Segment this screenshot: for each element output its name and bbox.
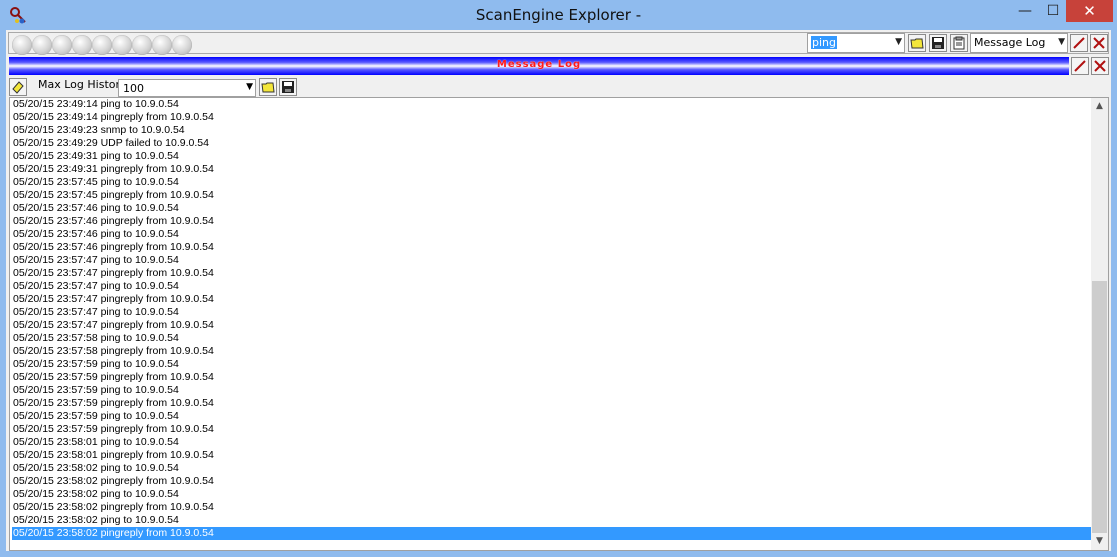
log-line[interactable]: 05/20/15 23:57:58 pingreply from 10.9.0.…: [12, 345, 1092, 358]
log-line[interactable]: 05/20/15 23:58:01 ping to 10.9.0.54: [12, 436, 1092, 449]
close-window-button[interactable]: ✕: [1066, 0, 1113, 22]
main-toolbar: ping ▼ Message Log ▼: [6, 30, 1111, 56]
log-line[interactable]: 05/20/15 23:57:47 ping to 10.9.0.54: [12, 280, 1092, 293]
log-line[interactable]: 05/20/15 23:58:01 pingreply from 10.9.0.…: [12, 449, 1092, 462]
log-line[interactable]: 05/20/15 23:57:47 pingreply from 10.9.0.…: [12, 267, 1092, 280]
pencil-edit-icon: [1074, 60, 1086, 72]
floppy-save-icon: [282, 81, 294, 93]
log-options-bar: Max Log History 100 ▼: [6, 76, 1111, 98]
log-line[interactable]: 05/20/15 23:57:59 ping to 10.9.0.54: [12, 358, 1092, 371]
status-lights: [12, 35, 192, 55]
log-edit-button[interactable]: [1071, 57, 1089, 75]
log-line[interactable]: 05/20/15 23:58:02 pingreply from 10.9.0.…: [12, 527, 1092, 540]
title-bar[interactable]: ScanEngine Explorer - — ☐ ✕: [0, 0, 1117, 30]
log-line[interactable]: 05/20/15 23:58:02 ping to 10.9.0.54: [12, 488, 1092, 501]
log-line[interactable]: 05/20/15 23:57:59 ping to 10.9.0.54: [12, 410, 1092, 423]
save-button[interactable]: [929, 34, 947, 52]
log-line[interactable]: 05/20/15 23:49:31 ping to 10.9.0.54: [12, 150, 1092, 163]
app-window: ScanEngine Explorer - — ☐ ✕ ping ▼ Messa…: [0, 0, 1117, 557]
log-line[interactable]: 05/20/15 23:58:02 ping to 10.9.0.54: [12, 462, 1092, 475]
log-line[interactable]: 05/20/15 23:49:29 UDP failed to 10.9.0.5…: [12, 137, 1092, 150]
status-light-icon: [92, 35, 112, 55]
view-combo[interactable]: Message Log ▼: [970, 33, 1068, 53]
log-line[interactable]: 05/20/15 23:57:47 pingreply from 10.9.0.…: [12, 293, 1092, 306]
clipboard-icon: [953, 36, 965, 50]
log-line[interactable]: 05/20/15 23:57:59 pingreply from 10.9.0.…: [12, 423, 1092, 436]
log-line[interactable]: 05/20/15 23:57:47 pingreply from 10.9.0.…: [12, 319, 1092, 332]
log-line[interactable]: 05/20/15 23:57:47 ping to 10.9.0.54: [12, 306, 1092, 319]
command-combo-value: ping: [811, 36, 837, 49]
log-save-button[interactable]: [279, 78, 297, 96]
chevron-down-icon: ▼: [895, 37, 902, 47]
view-combo-value: Message Log: [974, 36, 1046, 49]
log-line[interactable]: 05/20/15 23:57:46 pingreply from 10.9.0.…: [12, 241, 1092, 254]
folder-open-icon: [261, 82, 275, 93]
log-lines: 05/20/15 23:49:14 ping to 10.9.0.54 05/20…: [12, 98, 1092, 540]
eraser-icon: [12, 81, 24, 94]
log-line[interactable]: 05/20/15 23:57:46 ping to 10.9.0.54: [12, 228, 1092, 241]
toolbar-frame: ping ▼ Message Log ▼: [8, 32, 1109, 55]
max-log-history-value: 100: [123, 82, 144, 95]
folder-open-icon: [910, 38, 924, 49]
status-light-icon: [132, 35, 152, 55]
log-line[interactable]: 05/20/15 23:57:58 ping to 10.9.0.54: [12, 332, 1092, 345]
open-button[interactable]: [908, 34, 926, 52]
status-light-icon: [112, 35, 132, 55]
status-light-icon: [12, 35, 32, 55]
chevron-down-icon: ▼: [246, 82, 253, 92]
log-line[interactable]: 05/20/15 23:57:59 pingreply from 10.9.0.…: [12, 397, 1092, 410]
window-title: ScanEngine Explorer -: [475, 6, 642, 24]
log-line[interactable]: 05/20/15 23:57:46 pingreply from 10.9.0.…: [12, 215, 1092, 228]
log-line[interactable]: 05/20/15 23:57:59 pingreply from 10.9.0.…: [12, 371, 1092, 384]
log-line[interactable]: 05/20/15 23:49:23 snmp to 10.9.0.54: [12, 124, 1092, 137]
log-line[interactable]: 05/20/15 23:58:02 pingreply from 10.9.0.…: [12, 501, 1092, 514]
log-line[interactable]: 05/20/15 23:58:02 ping to 10.9.0.54: [12, 514, 1092, 527]
max-log-history-label: Max Log History: [38, 78, 127, 91]
max-log-history-combo[interactable]: 100 ▼: [118, 79, 256, 97]
red-x-close-icon: [1093, 37, 1105, 49]
log-line[interactable]: 05/20/15 23:49:14 ping to 10.9.0.54: [12, 98, 1092, 111]
message-log-list[interactable]: 05/20/15 23:49:14 ping to 10.9.0.54 05/20…: [9, 97, 1109, 551]
status-light-icon: [32, 35, 52, 55]
log-close-button[interactable]: [1091, 57, 1109, 75]
red-x-close-icon: [1094, 60, 1106, 72]
log-line[interactable]: 05/20/15 23:57:45 pingreply from 10.9.0.…: [12, 189, 1092, 202]
clear-log-button[interactable]: [9, 78, 27, 96]
log-line[interactable]: 05/20/15 23:57:59 ping to 10.9.0.54: [12, 384, 1092, 397]
scroll-down-arrow-icon[interactable]: ▼: [1091, 533, 1108, 550]
chevron-down-icon: ▼: [1058, 37, 1065, 47]
close-panel-button[interactable]: [1090, 34, 1108, 52]
log-line[interactable]: 05/20/15 23:57:46 ping to 10.9.0.54: [12, 202, 1092, 215]
vertical-scrollbar[interactable]: ▲ ▼: [1091, 98, 1108, 550]
edit-button[interactable]: [1070, 34, 1088, 52]
log-open-button[interactable]: [259, 78, 277, 96]
floppy-save-icon: [932, 37, 944, 49]
message-log-title: Message Log: [496, 59, 582, 70]
minimize-button[interactable]: —: [1011, 0, 1039, 22]
command-combo[interactable]: ping ▼: [807, 33, 905, 53]
status-light-icon: [72, 35, 92, 55]
status-light-icon: [172, 35, 192, 55]
log-line[interactable]: 05/20/15 23:49:14 pingreply from 10.9.0.…: [12, 111, 1092, 124]
maximize-button[interactable]: ☐: [1039, 0, 1067, 22]
log-line[interactable]: 05/20/15 23:57:47 ping to 10.9.0.54: [12, 254, 1092, 267]
copy-button[interactable]: [950, 34, 968, 52]
client-area: ping ▼ Message Log ▼ Message Log Max Log…: [6, 30, 1111, 551]
scroll-up-arrow-icon[interactable]: ▲: [1091, 98, 1108, 115]
status-light-icon: [52, 35, 72, 55]
scroll-thumb[interactable]: [1092, 281, 1107, 533]
log-line[interactable]: 05/20/15 23:58:02 pingreply from 10.9.0.…: [12, 475, 1092, 488]
pencil-edit-icon: [1073, 37, 1085, 49]
message-log-header: Message Log: [9, 57, 1069, 75]
log-line[interactable]: 05/20/15 23:57:45 ping to 10.9.0.54: [12, 176, 1092, 189]
status-light-icon: [152, 35, 172, 55]
log-line[interactable]: 05/20/15 23:49:31 pingreply from 10.9.0.…: [12, 163, 1092, 176]
